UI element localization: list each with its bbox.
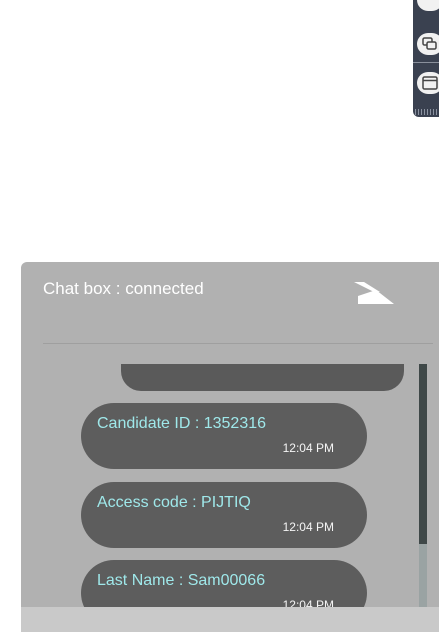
- chat-scrollbar[interactable]: [419, 364, 427, 626]
- window-icon[interactable]: [417, 72, 439, 94]
- header-divider: [43, 343, 433, 344]
- toolbar-divider: [413, 62, 439, 63]
- message-text: Access code : PIJTIQ: [97, 494, 251, 511]
- message-text: Last Name : Sam00066: [97, 572, 266, 589]
- chat-title: Chat box : connected: [43, 279, 204, 298]
- message-bubble: Candidate ID : 1352316 12:04 PM: [81, 403, 367, 469]
- message-time: 12:04 PM: [282, 520, 334, 534]
- chat-box-panel: Chat box : connected Candidate ID : 1352…: [21, 262, 439, 632]
- message-bubble: Access code : PIJTIQ 12:04 PM: [81, 482, 367, 548]
- message-list: Candidate ID : 1352316 12:04 PM Access c…: [21, 352, 421, 626]
- chat-header: Chat box : connected: [21, 262, 439, 342]
- chat-bubbles-icon[interactable]: [417, 33, 439, 55]
- message-bubble-partial: [121, 364, 404, 391]
- message-text: Candidate ID : 1352316: [97, 415, 267, 432]
- floating-toolbar: [413, 0, 439, 117]
- circle-icon[interactable]: [417, 0, 439, 11]
- message-time: 12:04 PM: [282, 441, 334, 455]
- minimize-icon: [354, 282, 394, 304]
- toolbar-grip[interactable]: [415, 109, 439, 115]
- minimize-chat-button[interactable]: [352, 278, 396, 308]
- chat-scrollbar-thumb[interactable]: [419, 364, 427, 544]
- chat-input-area[interactable]: [21, 607, 439, 632]
